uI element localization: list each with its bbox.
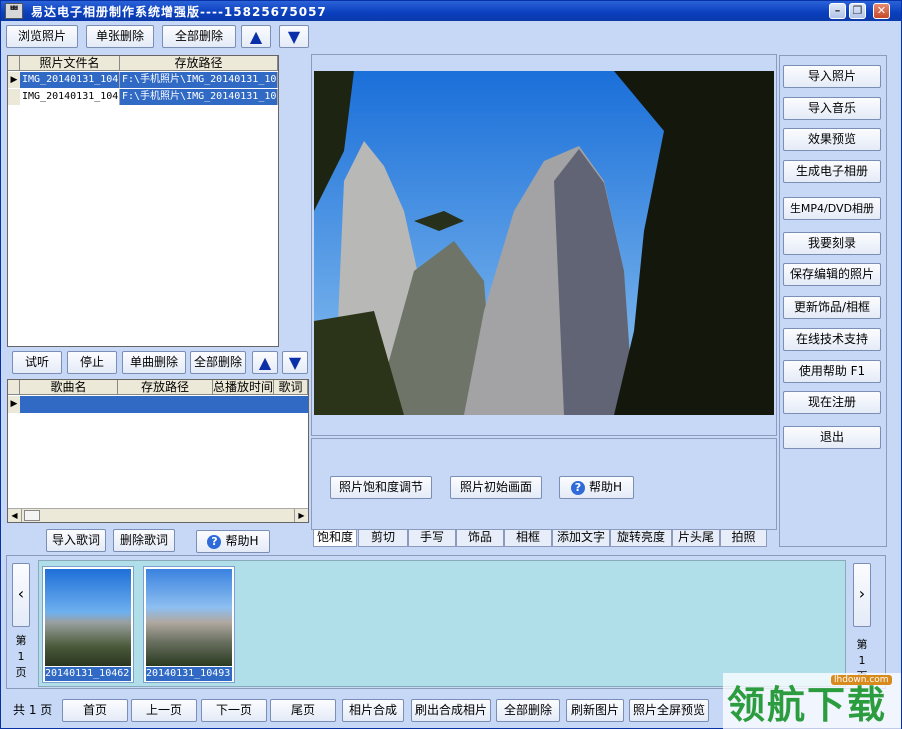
tab-handwriting[interactable]: 手写	[408, 530, 456, 547]
help-icon: ?	[570, 481, 585, 495]
title-bar: ᄈ 易达电子相册制作系统增强版----15825675057 – ❐ ✕	[1, 1, 901, 21]
exit-button[interactable]: 退出	[783, 426, 881, 449]
first-page-button[interactable]: 首页	[62, 699, 128, 722]
output-composed-button[interactable]: 刷出合成相片	[411, 699, 491, 722]
tab-take-photo[interactable]: 拍照	[720, 530, 767, 547]
tab-ornaments[interactable]: 饰品	[456, 530, 504, 547]
save-edited-photos-button[interactable]: 保存编辑的照片	[783, 263, 881, 286]
table-cell[interactable]: IMG_20140131_104	[20, 89, 120, 105]
import-photos-button[interactable]: 导入照片	[783, 65, 881, 88]
column-header[interactable]: 歌曲名	[20, 380, 118, 395]
move-song-down-icon[interactable]: ▼	[282, 351, 308, 374]
burn-disc-button[interactable]: 我要刻录	[783, 232, 881, 255]
update-ornaments-frames-button[interactable]: 更新饰品/相框	[783, 296, 881, 319]
delete-all-photos-button[interactable]: 全部删除	[162, 25, 236, 48]
last-page-button[interactable]: 尾页	[270, 699, 336, 722]
delete-photo-button[interactable]: 单张删除	[86, 25, 154, 48]
prev-page-button[interactable]: 上一页	[131, 699, 197, 722]
help-icon: ?	[207, 535, 222, 549]
browse-photos-button[interactable]: 浏览照片	[6, 25, 78, 48]
column-header[interactable]: 存放路径	[118, 380, 213, 395]
thumbnail[interactable]: 20140131_10493	[143, 566, 235, 683]
thumbnail-caption: 20140131_10462	[45, 667, 131, 681]
music-list: 歌曲名 存放路径 总播放时间 歌词 ▶ ◀ ▶	[7, 379, 309, 523]
tab-add-text[interactable]: 添加文字	[552, 530, 610, 547]
photo-preview	[314, 71, 774, 415]
register-now-button[interactable]: 现在注册	[783, 391, 881, 414]
import-lyrics-button[interactable]: 导入歌词	[46, 529, 106, 552]
effect-preview-button[interactable]: 效果预览	[783, 128, 881, 151]
mountain-photo	[314, 71, 774, 415]
delete-lyrics-button[interactable]: 删除歌词	[113, 529, 175, 552]
thumbnail-image	[45, 569, 131, 666]
table-row[interactable]	[20, 396, 308, 413]
thumbnail-caption: 20140131_10493	[146, 667, 232, 681]
refresh-images-button[interactable]: 刷新图片	[566, 699, 624, 722]
photo-list: 照片文件名 存放路径 ▶ IMG_20140131_104 F:\手机照片\IM…	[7, 55, 279, 347]
thumbnail-image	[146, 569, 232, 666]
row-pointer-icon: ▶	[8, 396, 20, 413]
stop-button[interactable]: 停止	[67, 351, 117, 374]
tab-intro-outro[interactable]: 片头尾	[672, 530, 720, 547]
table-cell[interactable]: IMG_20140131_104	[20, 72, 120, 88]
scroll-thumb[interactable]	[24, 510, 40, 521]
total-pages: 共 1 页	[13, 703, 53, 717]
next-page-chevron-icon[interactable]: ›	[853, 563, 871, 627]
online-support-button[interactable]: 在线技术支持	[783, 328, 881, 351]
help-f1-button[interactable]: 使用帮助 F1	[783, 360, 881, 383]
close-icon[interactable]: ✕	[873, 3, 890, 19]
preview-help-button[interactable]: ? 帮助H	[559, 476, 634, 499]
tab-crop[interactable]: 剪切	[358, 530, 408, 547]
initial-view-button[interactable]: 照片初始画面	[450, 476, 542, 499]
compose-photo-button[interactable]: 相片合成	[342, 699, 404, 722]
minimize-icon[interactable]: –	[829, 3, 846, 19]
horizontal-scrollbar[interactable]: ◀ ▶	[8, 508, 308, 522]
app-icon: ᄈ	[5, 3, 23, 19]
import-music-button[interactable]: 导入音乐	[783, 97, 881, 120]
prev-page-chevron-icon[interactable]: ‹	[12, 563, 30, 627]
thumbnail[interactable]: 20140131_10462	[42, 566, 134, 683]
saturation-adjust-button[interactable]: 照片饱和度调节	[330, 476, 432, 499]
delete-all-songs-button[interactable]: 全部删除	[190, 351, 246, 374]
watermark-text: 领航下载	[727, 683, 888, 727]
next-page-button[interactable]: 下一页	[201, 699, 267, 722]
delete-all-thumbs-button[interactable]: 全部删除	[496, 699, 560, 722]
column-header[interactable]: 存放路径	[120, 56, 278, 71]
left-page-label: 第 1 页	[15, 634, 27, 679]
move-song-up-icon[interactable]: ▲	[252, 351, 278, 374]
table-cell[interactable]: F:\手机照片\IMG_20140131_10	[120, 72, 278, 88]
table-cell[interactable]: F:\手机照片\IMG_20140131_10	[120, 89, 278, 105]
scroll-right-icon[interactable]: ▶	[294, 509, 308, 522]
column-header[interactable]: 总播放时间	[213, 380, 274, 395]
watermark: lhdown.com 领航下载	[723, 673, 901, 729]
window-title: 易达电子相册制作系统增强版----15825675057	[31, 5, 327, 19]
restore-icon[interactable]: ❐	[849, 3, 866, 19]
column-header[interactable]: 歌词	[274, 380, 308, 395]
move-photo-up-icon[interactable]: ▲	[241, 25, 271, 48]
fullscreen-preview-button[interactable]: 照片全屏预览	[629, 699, 709, 722]
lyrics-help-button[interactable]: ? 帮助H	[196, 530, 270, 553]
tab-rotate-brightness[interactable]: 旋转亮度	[610, 530, 672, 547]
row-pointer-icon: ▶	[8, 72, 20, 88]
column-header[interactable]: 照片文件名	[20, 56, 120, 71]
generate-mp4-dvd-button[interactable]: 生MP4/DVD相册	[783, 197, 881, 220]
move-photo-down-icon[interactable]: ▼	[279, 25, 309, 48]
app-window: ᄈ 易达电子相册制作系统增强版----15825675057 – ❐ ✕ 浏览照…	[0, 0, 902, 729]
delete-song-button[interactable]: 单曲删除	[122, 351, 186, 374]
tab-frames[interactable]: 相框	[504, 530, 552, 547]
listen-button[interactable]: 试听	[12, 351, 62, 374]
tab-saturation[interactable]: 饱和度	[313, 530, 357, 547]
generate-album-button[interactable]: 生成电子相册	[783, 160, 881, 183]
scroll-left-icon[interactable]: ◀	[8, 509, 22, 522]
